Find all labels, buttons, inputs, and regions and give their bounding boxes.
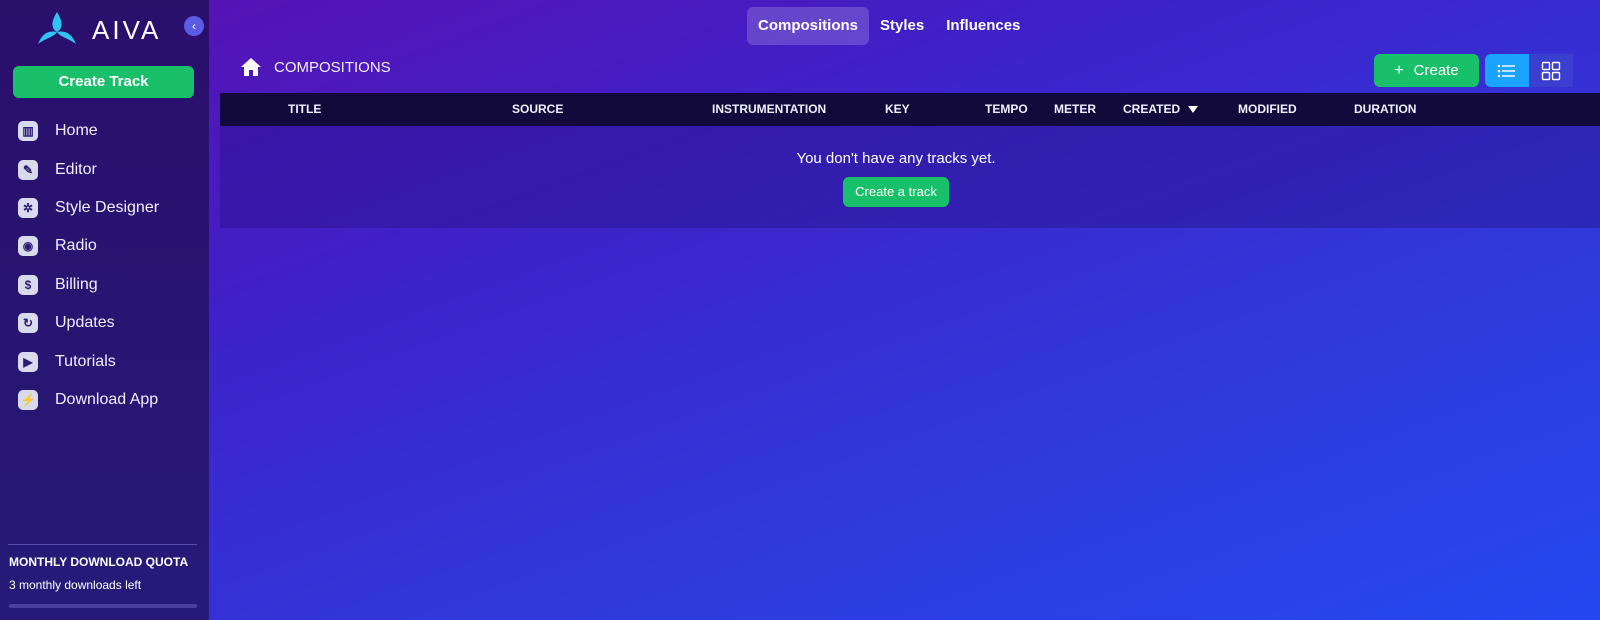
sidebar-item-label: Radio — [55, 237, 97, 255]
radio-icon: ◉ — [18, 236, 38, 257]
column-header-modified[interactable]: MODIFIED — [1238, 93, 1297, 126]
sidebar-item-radio[interactable]: ◉ Radio — [18, 227, 159, 265]
column-header-meter[interactable]: METER — [1054, 93, 1096, 126]
quota-text: 3 monthly downloads left — [9, 578, 142, 592]
sidebar-item-tutorials[interactable]: ▶ Tutorials — [18, 342, 159, 380]
create-button[interactable]: + Create — [1374, 54, 1479, 87]
sidebar-item-label: Style Designer — [55, 198, 160, 216]
grid-icon — [1541, 61, 1561, 80]
tab-styles[interactable]: Styles — [869, 7, 935, 45]
column-header-source[interactable]: SOURCE — [512, 93, 563, 126]
dollar-icon: $ — [18, 274, 38, 295]
breadcrumb-label: COMPOSITIONS — [274, 58, 391, 76]
breadcrumb: COMPOSITIONS — [240, 57, 391, 77]
sort-desc-icon — [1188, 106, 1199, 113]
column-header-duration[interactable]: DURATION — [1354, 93, 1416, 126]
sidebar-item-label: Download App — [55, 390, 159, 408]
sidebar-item-label: Tutorials — [55, 352, 116, 370]
sidebar-item-label: Home — [55, 122, 98, 140]
top-tabs: Compositions Styles Influences — [747, 7, 1031, 45]
app-logo[interactable]: AIVA — [34, 10, 161, 50]
sidebar-item-label: Editor — [55, 160, 97, 178]
sidebar-item-label: Updates — [55, 314, 115, 332]
column-header-created[interactable]: CREATED — [1123, 93, 1199, 126]
sidebar-item-home[interactable]: ▥ Home — [18, 112, 159, 150]
quota-title: MONTHLY DOWNLOAD QUOTA — [9, 555, 189, 569]
grid-view-button[interactable] — [1529, 54, 1573, 87]
table-body: You don't have any tracks yet. Create a … — [220, 126, 1600, 228]
tab-influences[interactable]: Influences — [935, 7, 1031, 45]
app-name: AIVA — [92, 14, 162, 45]
create-button-label: Create — [1413, 62, 1459, 79]
download-icon: ⚡ — [18, 389, 38, 410]
quota-progress-bar — [9, 604, 197, 608]
create-track-button[interactable]: Create Track — [13, 66, 194, 98]
table-header: TITLE SOURCE INSTRUMENTATION KEY TEMPO M… — [220, 93, 1600, 126]
plus-icon: + — [1394, 61, 1404, 79]
pencil-icon: ✎ — [18, 159, 38, 180]
tab-compositions[interactable]: Compositions — [747, 7, 869, 45]
create-a-track-button[interactable]: Create a track — [843, 177, 949, 207]
sidebar-item-style-designer[interactable]: ✲ Style Designer — [18, 189, 159, 227]
list-icon — [1497, 64, 1515, 77]
collapse-sidebar-button[interactable]: ‹ — [184, 16, 204, 36]
sidebar: AIVA ‹ Create Track ▥ Home ✎ Editor ✲ St… — [0, 0, 209, 620]
play-icon: ▶ — [18, 351, 38, 372]
column-header-key[interactable]: KEY — [885, 93, 910, 126]
column-header-created-label: CREATED — [1123, 102, 1181, 116]
sidebar-item-label: Billing — [55, 275, 98, 293]
home-icon[interactable] — [240, 57, 262, 77]
column-header-instrumentation[interactable]: INSTRUMENTATION — [712, 93, 826, 126]
quota-divider — [8, 544, 197, 545]
empty-state-message: You don't have any tracks yet. — [796, 150, 996, 167]
updates-icon: ↻ — [18, 313, 38, 334]
list-view-button[interactable] — [1485, 54, 1529, 87]
sidebar-item-editor[interactable]: ✎ Editor — [18, 150, 159, 188]
chevron-left-icon: ‹ — [192, 19, 196, 33]
sidebar-item-updates[interactable]: ↻ Updates — [18, 304, 159, 342]
sidebar-item-download-app[interactable]: ⚡ Download App — [18, 381, 159, 419]
aiva-logo-icon — [38, 12, 76, 44]
style-designer-icon: ✲ — [18, 197, 38, 218]
column-header-tempo[interactable]: TEMPO — [985, 93, 1028, 126]
sidebar-item-billing[interactable]: $ Billing — [18, 266, 159, 304]
sidebar-nav: ▥ Home ✎ Editor ✲ Style Designer ◉ Radio… — [18, 112, 159, 419]
home-icon: ▥ — [18, 121, 38, 142]
column-header-title[interactable]: TITLE — [288, 93, 321, 126]
